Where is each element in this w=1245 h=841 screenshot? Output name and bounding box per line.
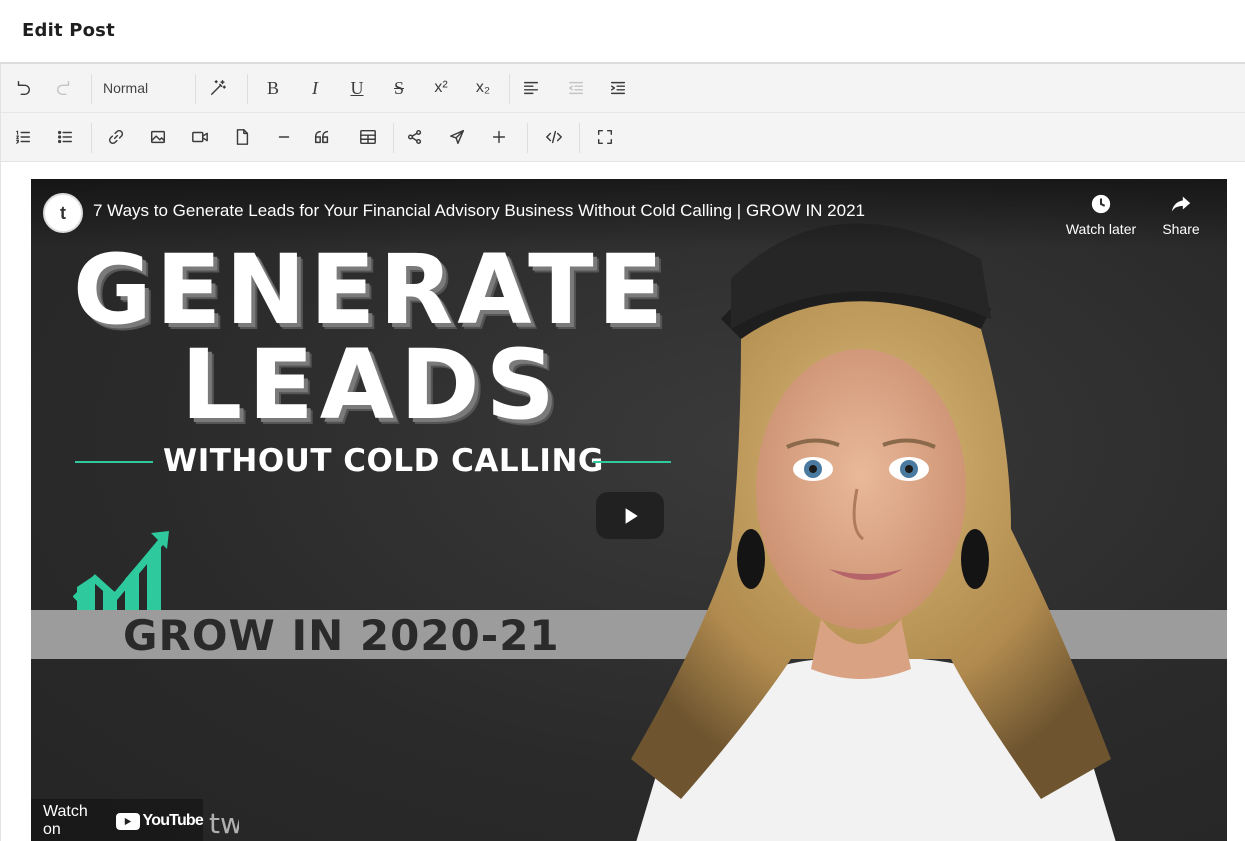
clock-icon: [1061, 193, 1141, 217]
magic-wand-icon[interactable]: [203, 74, 233, 102]
toolbar-divider: [509, 74, 510, 104]
play-button[interactable]: [596, 492, 664, 539]
underline-glyph: U: [350, 78, 364, 98]
toolbar-row-1: Normal B I U S x² x₂: [1, 64, 1245, 113]
strikethrough-button[interactable]: S: [384, 74, 414, 102]
toolbar-divider: [247, 74, 248, 104]
editor-toolbar: Normal B I U S x² x₂: [1, 64, 1245, 162]
video-title[interactable]: 7 Ways to Generate Leads for Your Financ…: [93, 201, 865, 221]
send-icon[interactable]: [442, 123, 472, 151]
italic-glyph: I: [312, 78, 318, 98]
redo-icon[interactable]: [49, 74, 79, 102]
thumbnail-headline-2: LEADS: [181, 329, 561, 441]
youtube-logo: YouTube: [115, 812, 204, 830]
youtube-wordmark: YouTube: [142, 812, 204, 829]
embedded-video[interactable]: GENERATE LEADS WITHOUT COLD CALLING GROW…: [31, 179, 1227, 841]
video-icon[interactable]: [185, 123, 215, 151]
underline-button[interactable]: U: [342, 74, 372, 102]
channel-watermark: twenty over ten: [209, 807, 239, 840]
fullscreen-icon[interactable]: [590, 123, 620, 151]
link-icon[interactable]: [101, 123, 131, 151]
table-icon[interactable]: [353, 123, 383, 151]
play-icon: [625, 507, 638, 524]
watch-on-youtube-button[interactable]: Watch on YouTube: [31, 799, 204, 841]
channel-avatar[interactable]: t: [43, 193, 83, 233]
share-arrow-icon: [1141, 193, 1221, 217]
rich-text-editor: Normal B I U S x² x₂ GENERATE LEADS WITH…: [0, 62, 1245, 841]
toolbar-divider: [195, 74, 196, 104]
toolbar-divider: [527, 123, 528, 153]
toolbar-row-2: [1, 113, 1245, 162]
watch-later-label: Watch later: [1065, 221, 1137, 237]
ordered-list-icon[interactable]: [8, 123, 38, 151]
page-header: Edit Post: [0, 0, 1245, 62]
format-select[interactable]: Normal: [97, 75, 189, 101]
presenter-image: [631, 223, 1116, 841]
superscript-glyph: x²: [434, 79, 448, 96]
subscript-button[interactable]: x₂: [468, 74, 498, 102]
video-top-bar: t 7 Ways to Generate Leads for Your Fina…: [31, 179, 1227, 249]
code-icon[interactable]: [539, 123, 569, 151]
thumbnail-subline: WITHOUT COLD CALLING: [75, 441, 671, 481]
superscript-button[interactable]: x²: [426, 74, 456, 102]
outdent-icon[interactable]: [561, 74, 591, 102]
share-button[interactable]: Share: [1141, 193, 1221, 237]
subline-text: WITHOUT COLD CALLING: [163, 443, 604, 479]
align-left-icon[interactable]: [516, 74, 546, 102]
toolbar-divider: [579, 123, 580, 153]
italic-button[interactable]: I: [300, 74, 330, 102]
share-label: Share: [1162, 221, 1200, 237]
watch-on-label: Watch on: [43, 803, 88, 838]
strikethrough-glyph: S: [393, 78, 404, 98]
undo-icon[interactable]: [8, 74, 38, 102]
plus-icon[interactable]: [484, 123, 514, 151]
watch-later-button[interactable]: Watch later: [1061, 193, 1141, 237]
toolbar-divider: [91, 123, 92, 153]
editor-content[interactable]: GENERATE LEADS WITHOUT COLD CALLING GROW…: [1, 162, 1245, 841]
page-title: Edit Post: [22, 20, 115, 41]
file-icon[interactable]: [227, 123, 257, 151]
share-icon[interactable]: [400, 123, 430, 151]
subline-rule-left: [75, 461, 153, 463]
blockquote-icon[interactable]: [307, 123, 337, 151]
toolbar-divider: [91, 74, 92, 104]
indent-icon[interactable]: [603, 74, 633, 102]
youtube-play-icon: [115, 812, 140, 830]
toolbar-divider: [393, 123, 394, 153]
bullet-list-icon[interactable]: [50, 123, 80, 151]
bold-glyph: B: [266, 78, 279, 98]
horizontal-rule-icon[interactable]: [269, 123, 299, 151]
bold-button[interactable]: B: [258, 74, 288, 102]
image-icon[interactable]: [143, 123, 173, 151]
grow-text: GROW IN 2020-21: [123, 611, 560, 660]
subscript-glyph: x₂: [475, 79, 491, 96]
growth-chart-icon: [73, 531, 169, 611]
